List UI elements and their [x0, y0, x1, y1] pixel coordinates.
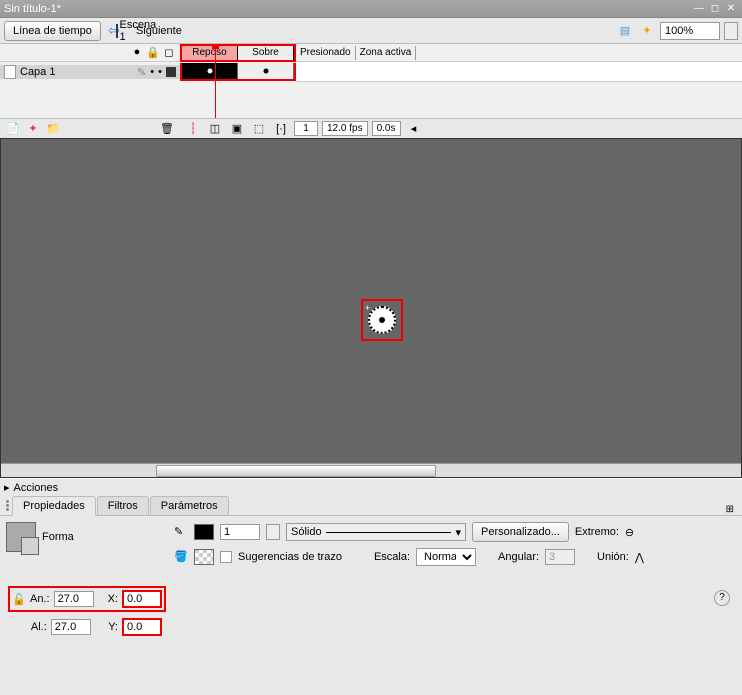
layer-dot1: •: [150, 66, 154, 78]
timeline-empty-frames[interactable]: [296, 62, 742, 82]
selected-shape[interactable]: +: [361, 299, 403, 341]
stroke-color-swatch[interactable]: [194, 524, 214, 540]
cap-style-icon[interactable]: ⊖: [625, 526, 639, 539]
angular-input: [545, 549, 575, 565]
height-label: Al.:: [28, 621, 47, 633]
frame-cells: [180, 63, 296, 81]
edit-scene-icon[interactable]: ▤: [616, 22, 634, 40]
shape-label: Forma: [42, 531, 74, 543]
outline-icon[interactable]: ◻: [162, 46, 176, 60]
tab-sobre[interactable]: Sobre: [238, 46, 294, 60]
tab-presionado[interactable]: Presionado: [296, 46, 356, 60]
horizontal-scrollbar[interactable]: [1, 463, 741, 477]
button-states-tabs: Reposo Sobre: [180, 44, 296, 62]
height-input[interactable]: [51, 619, 91, 635]
timeline-button[interactable]: Línea de tiempo: [4, 21, 101, 41]
width-input[interactable]: [54, 591, 94, 607]
tab-reposo[interactable]: Reposo: [182, 46, 238, 60]
lock-aspect-icon[interactable]: 🔓: [12, 593, 24, 606]
fill-bucket-icon: 🪣: [174, 550, 188, 564]
properties-panel: Propiedades Filtros Parámetros ⊞ Forma 🔓…: [0, 496, 742, 648]
chevron-down-icon: ▾: [455, 526, 461, 539]
shape-type-icon: [6, 522, 36, 552]
stage[interactable]: +: [0, 138, 742, 478]
tab-propiedades[interactable]: Propiedades: [12, 496, 96, 516]
time-display: 0.0s: [372, 121, 401, 136]
y-input[interactable]: [122, 618, 162, 636]
current-frame: 1: [294, 121, 318, 136]
add-folder-icon[interactable]: 📁: [44, 120, 62, 138]
layer-color-icon[interactable]: [166, 67, 176, 77]
personalizado-button[interactable]: Personalizado...: [472, 522, 569, 542]
timeline-panel: ● 🔒 ◻ Reposo Sobre Presionado Zona activ…: [0, 44, 742, 138]
sugerencias-label: Sugerencias de trazo: [238, 551, 342, 563]
next-label: Siguiente: [136, 25, 182, 37]
stroke-width-input[interactable]: [220, 524, 260, 540]
main-toolbar: Línea de tiempo ⇦ Escena 1 Siguiente ▤ ✦: [0, 18, 742, 44]
scene-icon: [116, 24, 118, 38]
next-link[interactable]: Siguiente: [149, 22, 167, 40]
scroll-left-icon[interactable]: ◂: [405, 120, 423, 138]
window-title: Sin título-1*: [4, 3, 692, 15]
properties-tabs: Propiedades Filtros Parámetros ⊞: [0, 496, 742, 516]
panel-grip[interactable]: [4, 496, 12, 515]
actions-label: Acciones: [14, 482, 59, 494]
tab-parametros[interactable]: Parámetros: [150, 496, 229, 515]
expand-arrow-icon: ▸: [4, 481, 10, 494]
frame-sobre[interactable]: [238, 63, 294, 79]
onion-skin-icon[interactable]: ◫: [206, 120, 224, 138]
escala-label: Escala:: [374, 551, 410, 563]
extremo-label: Extremo:: [575, 526, 619, 538]
trash-icon[interactable]: 🗑: [158, 120, 176, 138]
layer-dot2: •: [158, 66, 162, 78]
stroke-pen-icon: ✎: [174, 525, 188, 539]
add-layer-icon[interactable]: 📄: [4, 120, 22, 138]
keyframe-icon: [263, 69, 268, 74]
lock-column-icon[interactable]: 🔒: [146, 46, 160, 60]
pencil-icon: ✎: [137, 66, 146, 79]
minimize-icon[interactable]: —: [692, 2, 706, 16]
help-icon[interactable]: ?: [714, 590, 730, 606]
layer-name: Capa 1: [20, 66, 133, 78]
scroll-thumb[interactable]: [156, 465, 436, 477]
symbol-icon[interactable]: ✦: [638, 22, 656, 40]
y-label: Y:: [99, 621, 118, 633]
stroke-width-dropdown[interactable]: [266, 524, 280, 540]
circle-shape[interactable]: [368, 306, 396, 334]
add-motion-guide-icon[interactable]: ✦: [24, 120, 42, 138]
fill-color-swatch[interactable]: [194, 549, 214, 565]
join-style-icon[interactable]: ⋀: [635, 551, 649, 564]
keyframe-icon: [207, 69, 212, 74]
zoom-input[interactable]: [660, 22, 720, 40]
stroke-hinting-checkbox[interactable]: [220, 551, 232, 563]
frame-reposo[interactable]: [182, 63, 238, 79]
layer-icon: [4, 65, 16, 79]
restore-icon[interactable]: ◻: [708, 2, 722, 16]
center-frame-icon[interactable]: ┆: [184, 120, 202, 138]
eye-icon[interactable]: ●: [130, 46, 144, 60]
edit-multiple-icon[interactable]: ⬚: [250, 120, 268, 138]
x-label: X:: [102, 593, 118, 605]
tab-zona-activa[interactable]: Zona activa: [356, 46, 417, 60]
layer-row[interactable]: Capa 1 ✎ • •: [0, 65, 180, 79]
actions-panel-header[interactable]: ▸ Acciones: [0, 478, 742, 496]
fps-display: 12.0 fps: [322, 121, 368, 136]
angular-label: Angular:: [498, 551, 539, 563]
union-label: Unión:: [597, 551, 629, 563]
tab-filtros[interactable]: Filtros: [97, 496, 149, 515]
stroke-style-select[interactable]: Sólido ▾: [286, 523, 466, 541]
escala-select[interactable]: Normal: [416, 548, 476, 566]
stroke-style-label: Sólido: [291, 526, 322, 538]
close-icon[interactable]: ✕: [724, 2, 738, 16]
playhead: [215, 44, 216, 118]
panel-options-icon[interactable]: ⊞: [726, 504, 734, 515]
zoom-dropdown[interactable]: [724, 22, 738, 40]
onion-outline-icon[interactable]: ▣: [228, 120, 246, 138]
width-label: An.:: [30, 593, 50, 605]
onion-marker-icon[interactable]: [·]: [272, 120, 290, 138]
stroke-preview: [326, 532, 452, 533]
titlebar: Sin título-1* — ◻ ✕: [0, 0, 742, 18]
x-input[interactable]: [122, 590, 162, 608]
